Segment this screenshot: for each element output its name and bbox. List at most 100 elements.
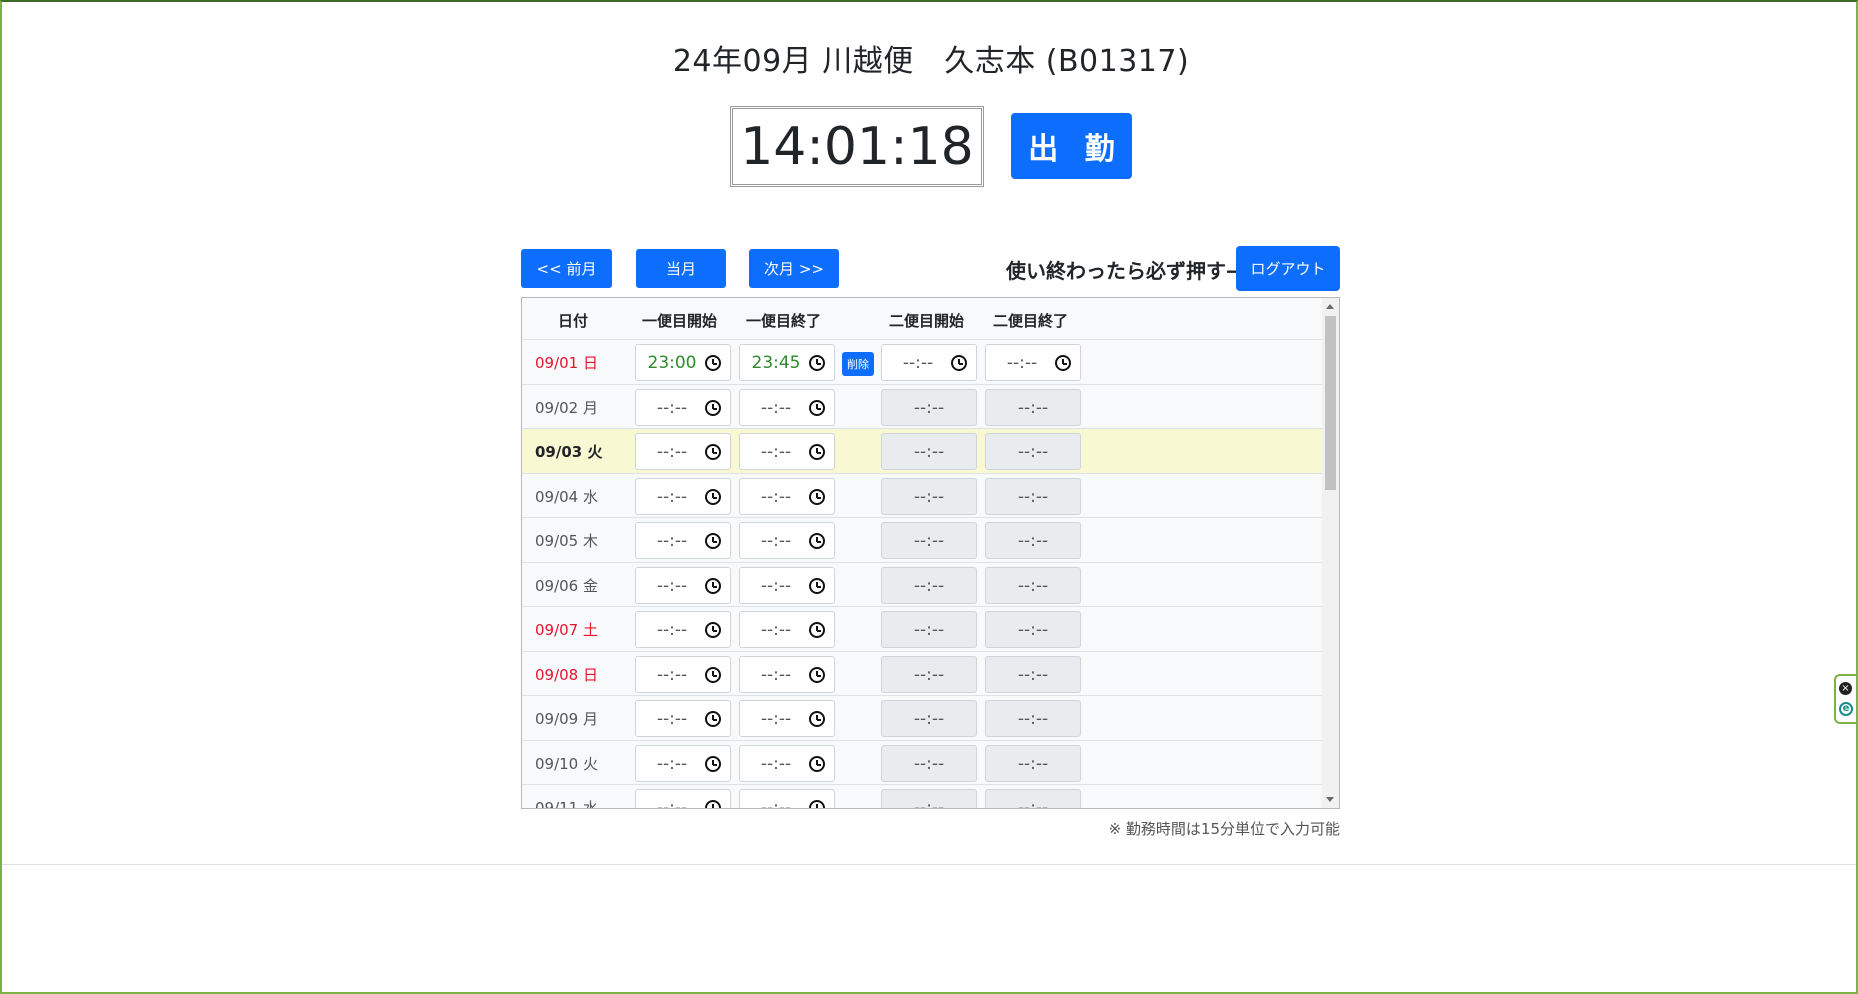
table-row: 09/06 金 --:-- --:-- --:-- --:--: [522, 561, 1322, 606]
time-input-s1[interactable]: --:--: [635, 611, 731, 648]
time-input-s1[interactable]: --:--: [635, 388, 731, 426]
clock-icon[interactable]: [809, 444, 825, 460]
clock-icon[interactable]: [705, 355, 721, 371]
time-input-e1[interactable]: --:--: [739, 744, 835, 782]
table-row: 09/09 月 --:-- --:-- --:-- --:--: [522, 695, 1322, 740]
time-value: --:--: [760, 442, 792, 462]
time-input-s2: --:--: [881, 789, 977, 808]
clock-icon[interactable]: [809, 355, 825, 371]
clock-icon[interactable]: [809, 755, 825, 772]
time-value: --:--: [902, 353, 934, 373]
clock-icon[interactable]: [705, 533, 721, 549]
row-date: 09/06 金: [535, 576, 598, 595]
time-input-e1[interactable]: 23:45: [739, 344, 835, 381]
time-value: --:--: [656, 664, 688, 685]
clock-icon[interactable]: [809, 577, 825, 594]
time-value: --:--: [913, 664, 945, 685]
time-value: --:--: [1017, 397, 1049, 418]
time-input-e2[interactable]: --:--: [985, 344, 1081, 381]
table-row: 09/05 木 --:-- --:-- --:-- --:--: [522, 517, 1322, 562]
clock-icon[interactable]: [809, 533, 825, 549]
time-input-e1[interactable]: --:--: [739, 388, 835, 426]
time-input-e2: --:--: [985, 388, 1081, 426]
prev-month-button[interactable]: << 前月: [521, 249, 612, 288]
time-input-s1[interactable]: --:--: [635, 655, 731, 693]
time-input-e1[interactable]: --:--: [739, 566, 835, 604]
clock-in-button[interactable]: 出 勤: [1011, 113, 1132, 179]
current-month-button[interactable]: 当月: [636, 249, 726, 288]
table-row: 09/10 火 --:-- --:-- --:-- --:--: [522, 739, 1322, 784]
time-value: --:--: [760, 753, 792, 774]
clock-icon[interactable]: [809, 800, 825, 808]
clock-icon[interactable]: [705, 800, 721, 808]
time-value: --:--: [656, 531, 688, 551]
delete-button[interactable]: 削除: [842, 352, 874, 376]
scroll-down-arrow[interactable]: [1326, 797, 1334, 802]
time-input-e1[interactable]: --:--: [739, 477, 835, 515]
row-date: 09/05 木: [535, 532, 598, 550]
time-input-s1[interactable]: --:--: [635, 700, 731, 737]
time-value: --:--: [913, 531, 945, 551]
time-value: --:--: [760, 486, 792, 507]
clock-icon[interactable]: [951, 355, 967, 371]
table-row: 09/11 水 --:-- --:-- --:-- --:--: [522, 784, 1322, 808]
time-value: --:--: [1006, 353, 1038, 373]
time-input-s2[interactable]: --:--: [881, 344, 977, 381]
clock-icon[interactable]: [1055, 355, 1071, 371]
scroll-thumb[interactable]: [1325, 316, 1336, 490]
time-value: --:--: [913, 620, 945, 640]
row-date: 09/04 水: [535, 487, 598, 506]
table-row: 09/01 日 23:00 23:45 --:-- --:-- 削除: [522, 339, 1322, 384]
time-value: --:--: [1017, 753, 1049, 774]
time-value: --:--: [1017, 664, 1049, 685]
time-value: --:--: [1017, 620, 1049, 640]
clock-icon[interactable]: [809, 488, 825, 505]
clock-icon[interactable]: [705, 488, 721, 505]
clock-icon[interactable]: [705, 577, 721, 594]
time-input-e2: --:--: [985, 477, 1081, 515]
time-input-e1[interactable]: --:--: [739, 611, 835, 648]
time-value: --:--: [913, 397, 945, 418]
time-input-e1[interactable]: --:--: [739, 433, 835, 470]
attendance-table: 日付 一便目開始 一便目終了 二便目開始 二便目終了 09/01 日 23:00 2…: [521, 297, 1340, 809]
scroll-up-arrow[interactable]: [1326, 304, 1334, 309]
time-input-s1[interactable]: 23:00: [635, 344, 731, 381]
logout-button[interactable]: ログアウト: [1236, 246, 1340, 291]
clock-icon[interactable]: [809, 399, 825, 416]
time-input-s1[interactable]: --:--: [635, 744, 731, 782]
time-value: --:--: [1017, 709, 1049, 729]
extension-logo-icon[interactable]: e: [1839, 702, 1853, 716]
time-input-e2: --:--: [985, 744, 1081, 782]
time-input-s1[interactable]: --:--: [635, 433, 731, 470]
time-value: --:--: [656, 397, 688, 418]
close-icon[interactable]: ×: [1839, 682, 1852, 695]
clock-icon[interactable]: [809, 711, 825, 727]
time-input-e1[interactable]: --:--: [739, 700, 835, 737]
clock-icon[interactable]: [705, 711, 721, 727]
side-widget[interactable]: × e: [1834, 674, 1856, 724]
time-input-e1[interactable]: --:--: [739, 789, 835, 808]
time-value: --:--: [656, 575, 688, 596]
next-month-button[interactable]: 次月 >>: [749, 249, 839, 288]
time-value: --:--: [913, 486, 945, 507]
time-input-s2: --:--: [881, 700, 977, 737]
time-value: --:--: [913, 709, 945, 729]
clock-icon[interactable]: [705, 399, 721, 416]
time-input-e1[interactable]: --:--: [739, 522, 835, 559]
clock-icon[interactable]: [705, 666, 721, 683]
table-row: 09/08 日 --:-- --:-- --:-- --:--: [522, 650, 1322, 695]
table-scrollbar[interactable]: [1322, 298, 1339, 808]
clock-icon[interactable]: [705, 622, 721, 638]
time-input-s1[interactable]: --:--: [635, 477, 731, 515]
time-value: --:--: [913, 753, 945, 774]
logout-note: 使い終わったら必ず押す→: [1006, 259, 1243, 283]
time-input-e1[interactable]: --:--: [739, 655, 835, 693]
clock-icon[interactable]: [705, 444, 721, 460]
time-input-s1[interactable]: --:--: [635, 522, 731, 559]
clock-icon[interactable]: [705, 755, 721, 772]
time-input-s1[interactable]: --:--: [635, 789, 731, 808]
clock-icon[interactable]: [809, 666, 825, 683]
clock-icon[interactable]: [809, 622, 825, 638]
time-value: --:--: [656, 442, 688, 462]
time-input-s1[interactable]: --:--: [635, 566, 731, 604]
